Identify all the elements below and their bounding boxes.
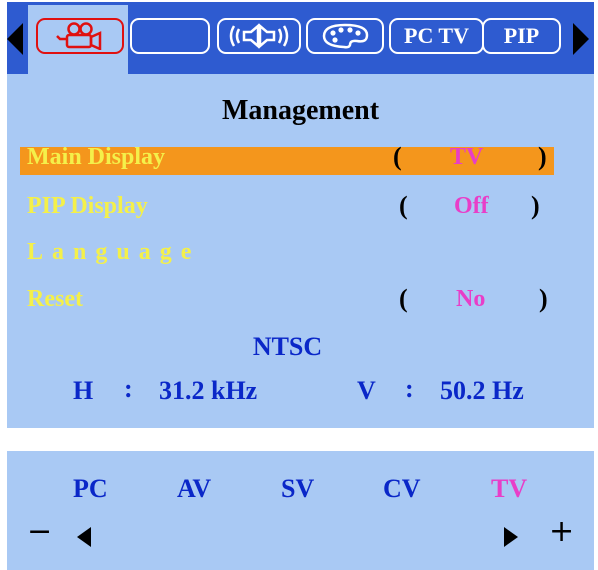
source-cv[interactable]: CV (383, 474, 421, 504)
source-tv[interactable]: TV (491, 474, 527, 504)
signal-standard: NTSC (252, 332, 323, 361)
menu-item-pip-display[interactable]: PIP Display (27, 193, 148, 220)
tab-scroll-left-arrow[interactable] (7, 23, 23, 55)
camera-icon (56, 22, 102, 50)
h-freq-label: H (73, 376, 94, 405)
menu-title: Management (221, 95, 380, 126)
menu-item-label: Language (27, 239, 201, 265)
tab-blank[interactable] (130, 18, 210, 54)
value-close-paren: ) (531, 191, 540, 220)
menu-item-reset[interactable]: Reset (27, 286, 83, 313)
source-av[interactable]: AV (177, 474, 211, 504)
tab-scroll-right-arrow[interactable] (573, 23, 589, 55)
h-freq-separator: : (124, 374, 133, 403)
source-sv[interactable]: SV (281, 474, 314, 504)
tab-pc-tv-label: PC TV (404, 23, 469, 48)
right-arrow-icon[interactable] (504, 527, 518, 547)
tab-pip-label: PIP (503, 23, 540, 48)
tab-pip[interactable]: PIP (482, 18, 561, 54)
value-open-paren: ( (399, 284, 408, 313)
reset-value[interactable]: No (456, 286, 485, 313)
menu-item-label: Main Display (27, 144, 166, 170)
menu-item-label: PIP Display (27, 193, 148, 219)
v-freq-separator: : (405, 374, 414, 403)
h-freq-value: 31.2 kHz (159, 376, 258, 405)
tab-pc-tv[interactable]: PC TV (389, 18, 484, 54)
pip-display-value[interactable]: Off (454, 193, 489, 220)
speaker-icon (229, 23, 289, 49)
tab-color[interactable] (306, 18, 384, 54)
main-display-value[interactable]: TV (450, 144, 483, 171)
tab-bar: PC TV PIP (7, 2, 594, 80)
v-freq-value: 50.2 Hz (440, 376, 524, 405)
left-arrow-icon[interactable] (77, 527, 91, 547)
menu-item-label: Reset (27, 286, 83, 312)
palette-icon (322, 23, 369, 49)
source-pc[interactable]: PC (73, 474, 108, 504)
value-open-paren: ( (399, 191, 408, 220)
value-close-paren: ) (539, 284, 548, 313)
plus-icon[interactable]: + (549, 514, 574, 549)
minus-icon[interactable]: − (27, 514, 52, 549)
source-select-panel: PC AV SV CV TV − + (7, 451, 594, 570)
v-freq-label: V (357, 376, 376, 405)
menu-item-main-display[interactable]: Main Display (27, 144, 165, 171)
tab-picture[interactable] (36, 18, 124, 54)
value-close-paren: ) (538, 142, 547, 171)
tab-sound[interactable] (217, 18, 301, 54)
value-open-paren: ( (393, 142, 402, 171)
osd-menu-panel: PC TV PIP Management Main Display ( TV )… (7, 2, 594, 428)
menu-item-language[interactable]: Language (27, 239, 200, 266)
